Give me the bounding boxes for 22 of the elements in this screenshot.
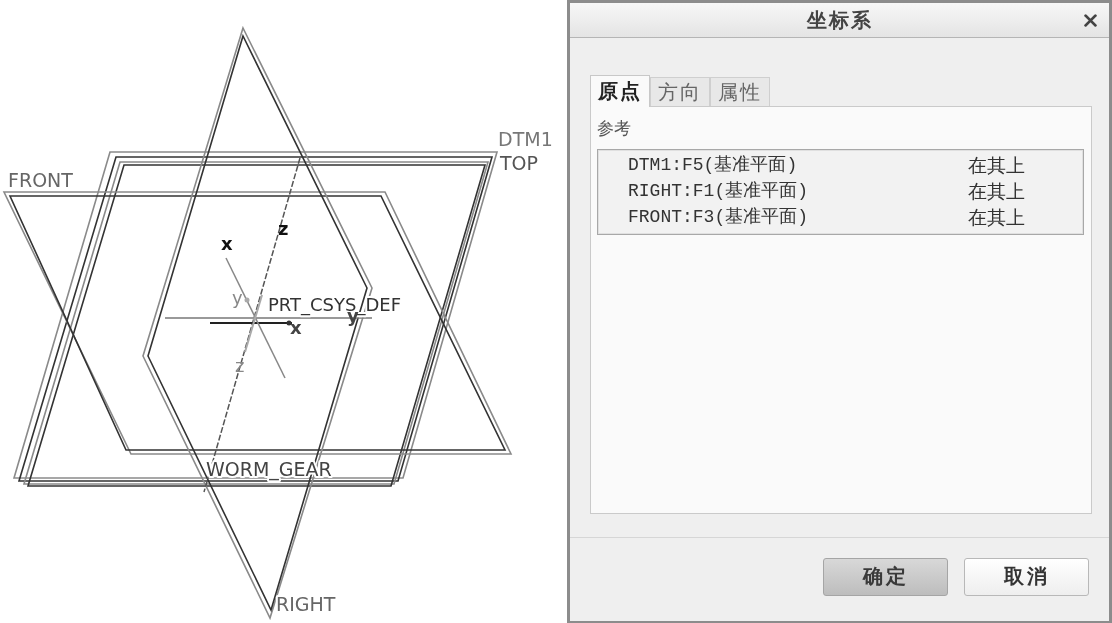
constraint-cell: 在其上	[968, 179, 1025, 203]
plane-label: FRONT	[8, 169, 73, 191]
dialog-button[interactable]: 取消	[964, 557, 1089, 596]
axis-label: y	[232, 287, 243, 308]
constraint-cell: 在其上	[968, 205, 1025, 229]
constraint-cell: 在其上	[968, 153, 1025, 177]
reference-cell[interactable]: DTM1:F5(基准平面)	[628, 153, 968, 177]
axis-label: x	[290, 317, 302, 338]
tab[interactable]: 原点	[590, 75, 650, 107]
tab[interactable]: 方向	[650, 77, 710, 106]
close-icon[interactable]	[1084, 14, 1097, 27]
plane-label: DTM1	[498, 128, 553, 150]
plane-label: TOP	[500, 152, 539, 174]
axis-label: x	[221, 233, 233, 254]
plane-label: RIGHT	[276, 593, 336, 615]
reference-cell[interactable]: FRONT:F3(基准平面)	[628, 205, 968, 229]
dialog-title: 坐标系	[806, 6, 873, 34]
dialog-button[interactable]: 确定	[823, 557, 948, 596]
tab[interactable]: 属性	[710, 77, 770, 106]
section-label: 参考	[597, 117, 631, 139]
reference-cell[interactable]: RIGHT:F1(基准平面)	[628, 179, 968, 203]
axis-label: z	[278, 218, 289, 239]
